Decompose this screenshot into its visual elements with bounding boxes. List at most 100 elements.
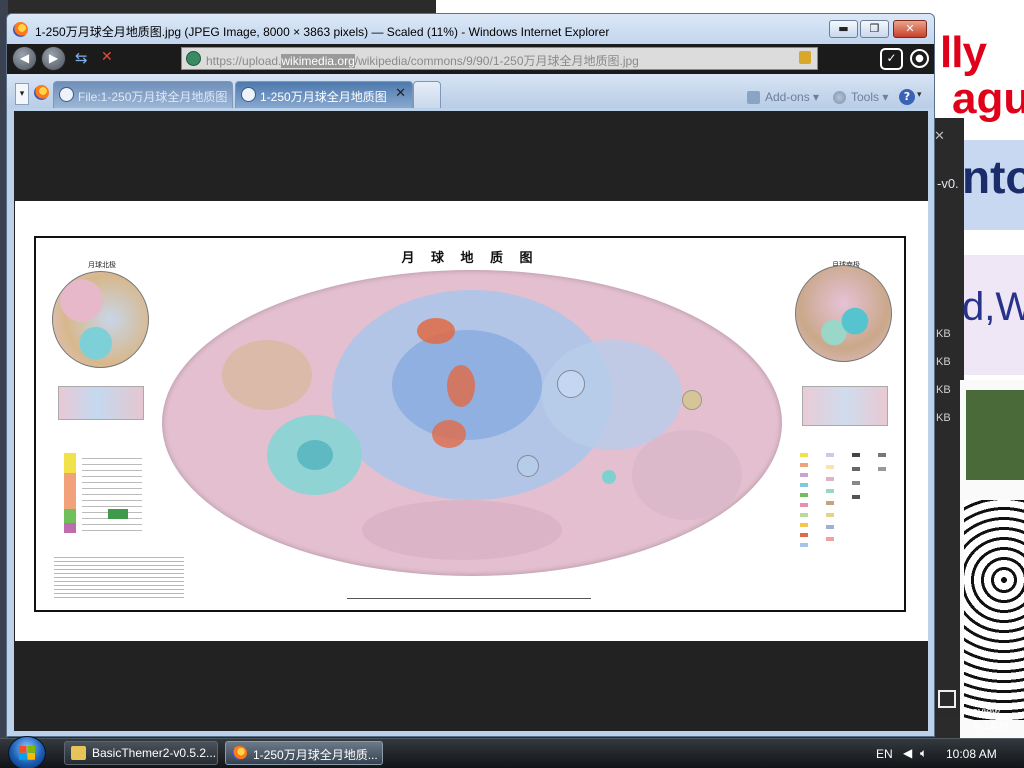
legend-swatch [800,483,808,487]
stop-icon[interactable]: ✕ [101,49,113,65]
volcanic-region [432,420,466,448]
stratigraphic-column [58,453,144,553]
taskbar-item-label: BasicThemer2-v0.5.2... [92,746,217,760]
minimize-button[interactable]: ▬ [829,20,858,38]
image-display[interactable]: 月 球 地 质 图 月球北极 月球南极 [15,201,928,641]
wikimedia-icon [241,87,256,102]
volcanic-region [417,318,455,344]
forward-arrow-icon[interactable]: ▶ [41,46,66,71]
strat-unit [64,509,76,523]
taskbar: BasicThemer2-v0.5.2... 1-250万月球全月地质... E… [0,736,1024,768]
address-bar[interactable]: https://upload.wikimedia.org/wikipedia/c… [181,47,818,70]
close-tab-icon[interactable]: ✕ [395,86,406,101]
folder-icon [71,746,86,760]
legend-swatch [826,537,834,541]
legend-swatch [800,523,808,527]
legend-swatch [878,453,886,457]
back-arrow-icon[interactable]: ◀ [12,46,37,71]
legend-swatch [852,481,860,485]
moon-projection-map [162,270,782,576]
url-suffix: /wikipedia/commons/9/90/1-250万月球全月地质图.jp… [354,54,639,68]
taskbar-item-label: 1-250万月球全月地质... [253,748,378,762]
tray-expand-icon[interactable]: ◀ [903,746,912,760]
map-legend [798,453,896,578]
crater [517,455,539,477]
strat-unit [108,509,128,519]
tab-file-page[interactable]: File:1-250万月球全月地质图 [53,81,233,108]
addons-icon[interactable] [747,91,760,104]
bg-file-size: KB [936,328,951,340]
taskbar-item-firefox[interactable]: 1-250万月球全月地质... [225,741,383,765]
bg-photo-image [966,390,1024,480]
language-indicator[interactable]: EN [876,747,893,761]
bg-file-size: KB [936,412,951,424]
legend-swatch [800,503,808,507]
legend-swatch [826,525,834,529]
tab-image[interactable]: 1-250万月球全月地质图 ✕ [235,81,413,108]
crater [602,470,616,484]
index-map-right [802,386,888,426]
lock-icon[interactable] [799,51,811,64]
wikimedia-icon [59,87,74,102]
help-icon[interactable]: ? [899,89,915,105]
basin-region [297,440,333,470]
legend-swatch [826,489,834,493]
bg-maximize-icon[interactable] [938,690,956,708]
bg-pink-text: d,W [962,285,1024,329]
bg-comic-drawing [964,500,1024,720]
volcanic-region [447,365,475,407]
windows-logo-icon [19,746,35,760]
page-viewport: 月 球 地 质 图 月球北极 月球南极 [14,111,928,731]
tab-label: File:1-250万月球全月地质图 [78,90,228,104]
url-prefix: https://upload. [206,54,282,68]
legend-swatch [800,473,808,477]
highland-region [362,500,562,560]
refresh-icon[interactable]: ⇆ [75,49,88,67]
chevron-down-icon[interactable]: ▾ [917,90,922,100]
taskbar-item-basicthemer[interactable]: BasicThemer2-v0.5.2... [64,741,218,765]
pocket-icon[interactable]: ✓ [880,48,903,70]
addons-menu[interactable]: Add-ons ▾ [765,90,819,104]
maximize-button[interactable]: ❐ [860,20,889,38]
volume-icon[interactable]: 🔈︎ [920,746,927,761]
close-button[interactable]: ✕ [893,20,927,38]
legend-swatch [826,465,834,469]
new-tab-button[interactable] [413,81,441,108]
firefox-icon [13,22,28,37]
firefox-icon [232,746,247,760]
bg-file-size: KB [936,356,951,368]
url-text[interactable]: https://upload.wikimedia.org/wikipedia/c… [206,52,639,69]
index-map-left [58,386,144,420]
lunar-geologic-map: 月 球 地 质 图 月球北极 月球南极 [34,236,906,612]
bg-blue-text: nto [962,151,1024,203]
legend-swatch [800,453,808,457]
strat-unit [64,523,76,533]
strat-unit [64,453,76,473]
site-identity-icon[interactable] [186,51,201,66]
legend-swatch [800,493,808,497]
navigation-bar: ◀ ▶ ⇆ ✕ https://upload.wikimedia.org/wik… [7,44,934,74]
highland-region [222,340,312,410]
north-pole-label: 月球北极 [88,261,116,269]
bg-text-2: aguy [952,74,1024,123]
tab-list-button[interactable]: ▾ [15,83,29,105]
map-notes [54,554,184,599]
firefox-icon[interactable] [34,85,49,100]
legend-swatch [826,477,834,481]
legend-swatch [852,495,860,499]
bg-file-size: KB [936,384,951,396]
strat-text [82,453,142,533]
legend-swatch [826,513,834,517]
tools-menu[interactable]: Tools ▾ [851,90,888,104]
clock[interactable]: 10:08 AM [946,747,997,761]
legend-swatch [852,453,860,457]
url-domain: wikimedia.org [281,54,355,68]
legend-swatch [800,533,808,537]
account-icon[interactable]: ● [910,49,929,68]
window-title: 1-250万月球全月地质图.jpg (JPEG Image, 8000 × 38… [35,25,610,39]
crater [682,390,702,410]
legend-swatch [826,501,834,505]
title-bar[interactable]: 1-250万月球全月地质图.jpg (JPEG Image, 8000 × 38… [7,14,934,44]
bg-close-icon[interactable]: ✕ [934,128,945,144]
gear-icon[interactable] [833,91,846,104]
